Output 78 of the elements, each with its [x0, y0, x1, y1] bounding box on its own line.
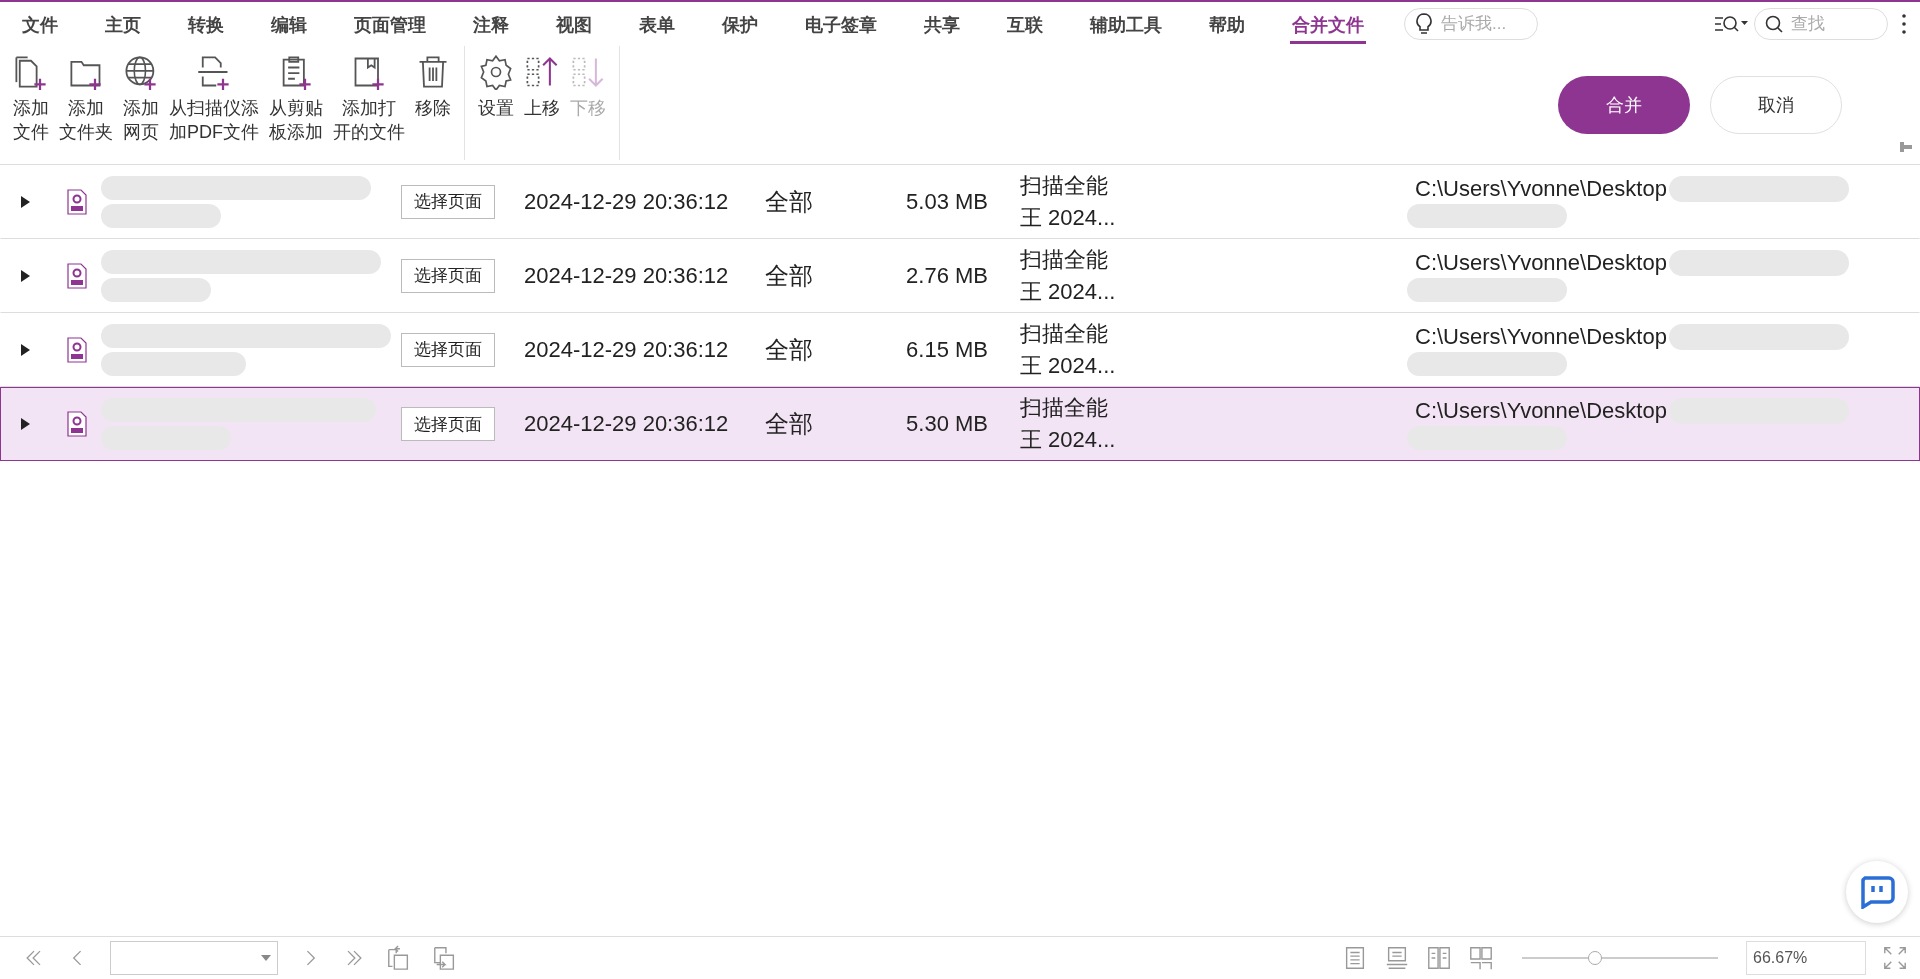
add-web-button[interactable]: 添加 网页 — [120, 52, 162, 160]
page-number-field[interactable] — [110, 941, 278, 975]
menu-tab[interactable]: 帮助 — [1207, 4, 1247, 44]
remove-button[interactable]: 移除 — [412, 52, 454, 160]
move-up-button[interactable]: 上移 — [521, 52, 563, 160]
menu-tab[interactable]: 页面管理 — [352, 4, 428, 44]
pdf-file-icon — [67, 411, 87, 437]
menu-tab[interactable]: 辅助工具 — [1088, 4, 1164, 44]
size-cell-text: 6.15 MB — [905, 336, 988, 363]
search-icon — [1765, 15, 1783, 33]
file-row[interactable]: 选择页面 2024-12-29 20:36:12 全部 5.03 MB 扫描全能 王 2024... C:\Users\Yvonne\Desktop — [0, 165, 1920, 239]
add-scanner-button[interactable]: 从扫描仪添 加PDF文件 — [166, 52, 262, 160]
menu-tab[interactable]: 主页 — [103, 4, 143, 44]
add-folder-button[interactable]: 添加 文件夹 — [56, 52, 116, 160]
path-cell: C:\Users\Yvonne\Desktop — [1415, 323, 1667, 350]
date-cell-text: 2024-12-29 20:36:12 — [524, 188, 730, 215]
add-open-button[interactable]: 添加打 开的文件 — [330, 52, 408, 160]
menu-tab[interactable]: 互联 — [1005, 4, 1045, 44]
fullscreen-icon[interactable] — [1882, 945, 1908, 971]
menu-tab[interactable]: 编辑 — [269, 4, 309, 44]
size-cell-text: 5.03 MB — [905, 188, 988, 215]
menu-tab[interactable]: 电子签章 — [803, 4, 879, 44]
date-cell-text: 2024-12-29 20:36:12 — [524, 411, 730, 437]
page-range-cell-text: 全部 — [765, 334, 814, 365]
merge-button[interactable]: 合并 — [1558, 76, 1690, 134]
menu-tab[interactable]: 转换 — [186, 4, 226, 44]
source-cell-text: 扫描全能 王 2024... — [1020, 171, 1117, 232]
pdf-file-icon — [67, 262, 87, 289]
two-page-icon[interactable] — [1426, 945, 1452, 971]
add-clipboard-button[interactable]: 从剪贴 板添加 — [266, 52, 326, 160]
file-row[interactable]: 选择页面 2024-12-29 20:36:12 全部 6.15 MB 扫描全能 王 2024... C:\Users\Yvonne\Desktop — [0, 313, 1920, 387]
file-row[interactable]: 选择页面 2024-12-29 20:36:12 全部 5.30 MB 扫描全能 王 2024... C:\Users\Yvonne\Desktop — [0, 387, 1920, 461]
menu-tab[interactable]: 保护 — [720, 4, 760, 44]
size-cell-text: 2.76 MB — [905, 262, 988, 289]
tell-me-field[interactable]: 告诉我... — [1404, 8, 1538, 40]
add-file-button[interactable]: 添加 文件 — [10, 52, 52, 160]
zoom-slider[interactable] — [1522, 950, 1718, 966]
settings-icon — [478, 54, 514, 90]
source-cell-text: 扫描全能 王 2024... — [1020, 245, 1117, 306]
menu-tab[interactable]: 注释 — [471, 4, 511, 44]
menu-tab[interactable]: 表单 — [637, 4, 677, 44]
pdf-file-icon — [67, 336, 87, 363]
size-cell-text: 5.30 MB — [905, 411, 988, 437]
pdf-file-icon — [67, 188, 87, 215]
menu-tab[interactable]: 文件 — [20, 4, 60, 44]
source-cell-text: 扫描全能 王 2024... — [1020, 319, 1117, 380]
file-row[interactable]: 选择页面 2024-12-29 20:36:12 全部 2.76 MB 扫描全能 王 2024... C:\Users\Yvonne\Desktop — [0, 239, 1920, 313]
select-pages-button[interactable]: 选择页面 — [401, 407, 495, 441]
page-range-cell-text: 全部 — [765, 260, 814, 291]
path-cell: C:\Users\Yvonne\Desktop — [1415, 175, 1667, 202]
more-icon[interactable] — [1902, 14, 1906, 34]
path-cell: C:\Users\Yvonne\Desktop — [1415, 398, 1667, 424]
select-pages-button[interactable]: 选择页面 — [401, 184, 495, 219]
date-cell-text: 2024-12-29 20:36:12 — [524, 262, 730, 289]
chat-bot-button[interactable] — [1846, 861, 1908, 923]
dropdown-caret-icon — [261, 955, 271, 961]
page-range-cell-text: 全部 — [765, 409, 814, 439]
menu-tab[interactable]: 视图 — [554, 4, 594, 44]
zoom-level-field[interactable]: 66.67% — [1746, 941, 1866, 975]
search-field[interactable]: 查找 — [1754, 8, 1888, 40]
add-file-icon — [13, 54, 49, 90]
source-cell-text: 扫描全能 王 2024... — [1020, 394, 1117, 454]
two-page-continuous-icon[interactable] — [1468, 945, 1494, 971]
select-pages-button[interactable]: 选择页面 — [401, 258, 495, 293]
select-pages-button[interactable]: 选择页面 — [401, 332, 495, 367]
menu-tab[interactable]: 共享 — [922, 4, 962, 44]
lightbulb-icon — [1415, 13, 1433, 35]
cancel-button[interactable]: 取消 — [1710, 76, 1842, 134]
continuous-page-icon[interactable] — [1384, 945, 1410, 971]
page-range-cell-text: 全部 — [765, 186, 814, 217]
chat-bot-icon — [1859, 875, 1895, 909]
menu-tab[interactable]: 合并文件 — [1290, 4, 1366, 44]
zoom-slider-thumb[interactable] — [1587, 951, 1602, 965]
settings-button[interactable]: 设置 — [475, 52, 517, 160]
add-web-icon — [123, 54, 159, 90]
add-scanner-icon — [196, 54, 232, 90]
date-cell-text: 2024-12-29 20:36:12 — [524, 336, 730, 363]
path-cell: C:\Users\Yvonne\Desktop — [1415, 249, 1667, 276]
